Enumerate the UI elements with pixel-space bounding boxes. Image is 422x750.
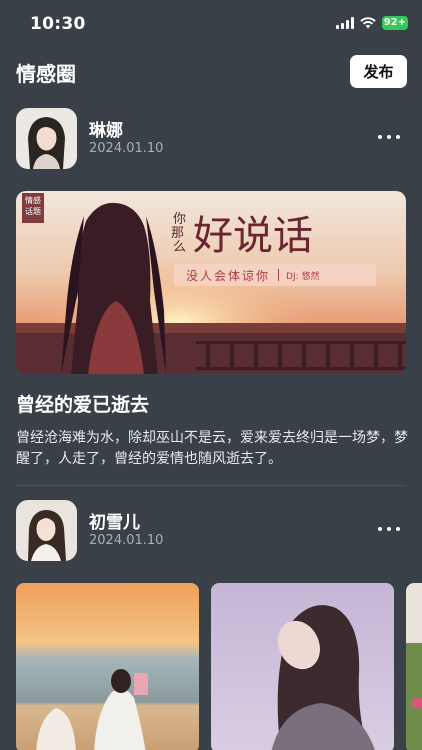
header: 情感圈 发布: [0, 54, 422, 90]
status-bar: 10:30 92+: [0, 0, 422, 48]
post-title: 曾经的爱已逝去: [16, 394, 150, 416]
banner-big-title: 好说话: [193, 213, 313, 259]
battery-icon: 92+: [381, 16, 408, 30]
banner-dj: DJ: 悠然: [286, 271, 320, 282]
status-icons: 92+: [335, 16, 408, 30]
banner-subtitle: 没人会体谅你: [186, 268, 271, 283]
author-name: 琳娜: [89, 121, 123, 141]
more-options-icon[interactable]: [378, 132, 400, 142]
more-options-icon[interactable]: [378, 524, 400, 534]
post-photo[interactable]: [406, 583, 422, 750]
status-time: 10:30: [30, 14, 86, 34]
banner-tag: 情感 话题: [25, 196, 41, 216]
avatar[interactable]: [16, 108, 77, 169]
divider: [16, 485, 406, 486]
signal-icon: [335, 17, 354, 29]
post-photo[interactable]: [211, 583, 394, 750]
wifi-icon: [359, 17, 376, 29]
banner-small-title: 你 那 么: [171, 212, 187, 255]
post-photo[interactable]: [16, 583, 199, 750]
banner-divider: [278, 269, 280, 281]
post-date: 2024.01.10: [89, 533, 164, 548]
author-name: 初雪儿: [89, 513, 140, 533]
post-body: 曾经沧海难为水，除却巫山不是云，爱来爱去终归是一场梦，梦醒了，人走了，曾经的爱情…: [16, 430, 408, 467]
banner-subtitle-box: 没人会体谅你 DJ: 悠然: [174, 264, 376, 286]
page-title: 情感圈: [16, 62, 76, 86]
post-banner-image[interactable]: 情感 话题 你 那 么 好说话 没人会体谅你 DJ: 悠然: [16, 191, 406, 374]
avatar[interactable]: [16, 500, 77, 561]
publish-button[interactable]: 发布: [350, 55, 407, 88]
post-date: 2024.01.10: [89, 141, 164, 156]
